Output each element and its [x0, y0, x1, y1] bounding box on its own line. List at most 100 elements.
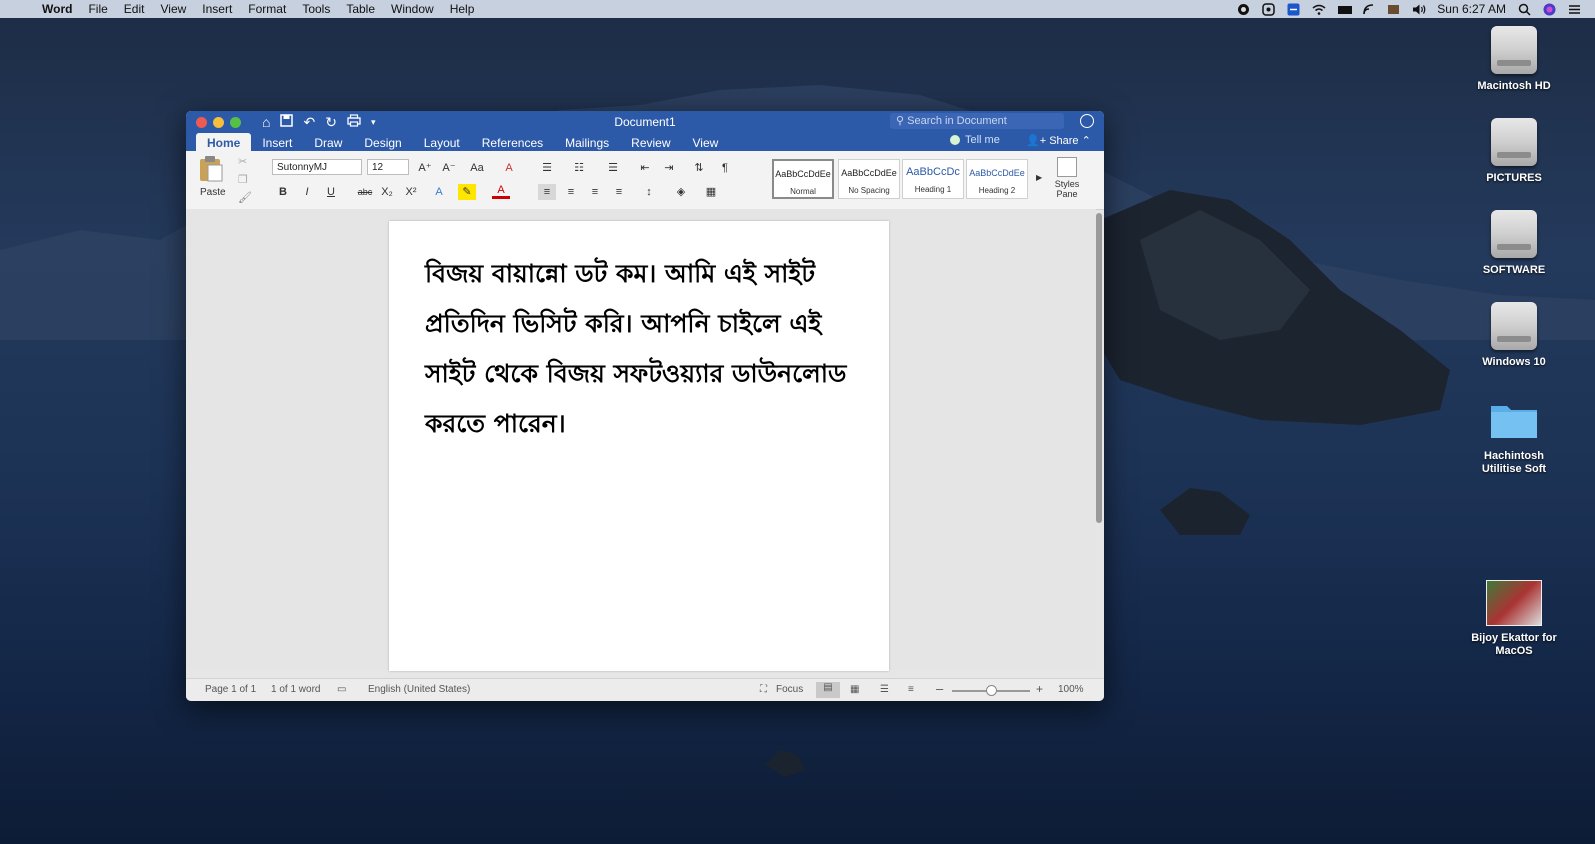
- web-layout-view-icon[interactable]: ▦: [850, 684, 859, 695]
- desktop-icon-software[interactable]: SOFTWARE: [1464, 210, 1564, 277]
- menu-app-name[interactable]: Word: [42, 0, 72, 18]
- share-button[interactable]: 👤+ Share ⌃: [1026, 134, 1091, 147]
- focus-button[interactable]: Focus: [776, 684, 803, 695]
- paste-label[interactable]: Paste: [200, 187, 226, 198]
- style-no-spacing[interactable]: AaBbCcDdEe No Spacing: [838, 159, 900, 199]
- show-formatting-marks-icon[interactable]: ¶: [716, 160, 734, 176]
- desktop-icon-macintosh-hd[interactable]: Macintosh HD: [1464, 26, 1564, 93]
- zoom-in-icon[interactable]: +: [1036, 682, 1043, 696]
- grow-font-icon[interactable]: A⁺: [416, 160, 434, 176]
- font-name-select[interactable]: SutonnyMJ: [272, 159, 362, 175]
- numbering-icon[interactable]: ☷: [570, 160, 588, 176]
- tell-me-button[interactable]: Tell me: [950, 134, 1000, 146]
- tab-references[interactable]: References: [471, 133, 554, 151]
- underline-button[interactable]: U: [322, 184, 340, 200]
- focus-icon[interactable]: ⛶: [760, 684, 767, 695]
- justify-icon[interactable]: ≡: [610, 184, 628, 200]
- subscript-icon[interactable]: X₂: [378, 184, 396, 200]
- tab-view[interactable]: View: [682, 133, 730, 151]
- multilevel-list-icon[interactable]: ☰: [604, 160, 622, 176]
- align-center-icon[interactable]: ≡: [562, 184, 580, 200]
- italic-button[interactable]: I: [298, 184, 316, 200]
- style-name: Heading 1: [914, 185, 952, 194]
- vertical-scrollbar[interactable]: [1096, 213, 1102, 523]
- tab-home[interactable]: Home: [196, 133, 252, 151]
- strikethrough-button[interactable]: abc: [354, 184, 376, 200]
- keyboard-input-icon[interactable]: [1387, 3, 1400, 16]
- desktop-icon-bijoy-ekattor[interactable]: Bijoy Ekattor for MacOS: [1464, 580, 1564, 658]
- teamviewer-icon[interactable]: [1287, 3, 1300, 16]
- zoom-level[interactable]: 100%: [1058, 684, 1084, 695]
- document-paragraph[interactable]: বিজয় বায়ান্নো ডট কম। আমি এই সাইট প্রতি…: [425, 249, 865, 449]
- menu-format[interactable]: Format: [248, 0, 286, 18]
- highlight-color-icon[interactable]: ✎: [458, 184, 476, 200]
- font-size-select[interactable]: 12: [367, 159, 409, 175]
- record-icon[interactable]: [1237, 3, 1250, 16]
- desktop-icon-windows-10[interactable]: Windows 10: [1464, 302, 1564, 369]
- bullets-icon[interactable]: ☰: [538, 160, 556, 176]
- tab-review[interactable]: Review: [620, 133, 681, 151]
- format-painter-icon[interactable]: 🖌: [238, 191, 252, 204]
- menu-help[interactable]: Help: [450, 0, 475, 18]
- desktop-icon-hachintosh-folder[interactable]: Hachintosh Utilitise Soft: [1464, 396, 1564, 476]
- menu-file[interactable]: File: [88, 0, 107, 18]
- collapse-ribbon-chevron-icon[interactable]: ⌃: [1082, 135, 1091, 147]
- change-case-icon[interactable]: Aa: [468, 160, 486, 176]
- align-right-icon[interactable]: ≡: [586, 184, 604, 200]
- bold-button[interactable]: B: [274, 184, 292, 200]
- clipboard-icon[interactable]: [196, 155, 228, 183]
- align-left-icon[interactable]: ≡: [538, 184, 556, 200]
- desktop-icon-pictures[interactable]: PICTURES: [1464, 118, 1564, 185]
- style-heading-2[interactable]: AaBbCcDdEe Heading 2: [966, 159, 1028, 199]
- tab-design[interactable]: Design: [353, 133, 412, 151]
- print-layout-view-icon[interactable]: ▤: [816, 682, 840, 698]
- tab-layout[interactable]: Layout: [413, 133, 471, 151]
- menu-insert[interactable]: Insert: [202, 0, 232, 18]
- menubar-clock[interactable]: Sun 6:27 AM: [1437, 2, 1506, 16]
- tab-mailings[interactable]: Mailings: [554, 133, 620, 151]
- menu-window[interactable]: Window: [391, 0, 434, 18]
- tab-draw[interactable]: Draw: [303, 133, 353, 151]
- proofing-icon[interactable]: ▭: [337, 684, 346, 695]
- decrease-indent-icon[interactable]: ⇤: [636, 160, 654, 176]
- search-in-document-input[interactable]: ⚲ Search in Document: [890, 113, 1064, 129]
- menu-edit[interactable]: Edit: [124, 0, 145, 18]
- style-normal[interactable]: AaBbCcDdEe Normal: [772, 159, 834, 199]
- menu-view[interactable]: View: [160, 0, 186, 18]
- superscript-icon[interactable]: X²: [402, 184, 420, 200]
- zoom-slider-knob[interactable]: [986, 685, 997, 696]
- shrink-font-icon[interactable]: A⁻: [440, 160, 458, 176]
- network-drive-icon[interactable]: [1337, 3, 1353, 16]
- word-count[interactable]: 1 of 1 word: [271, 684, 320, 695]
- page-count[interactable]: Page 1 of 1: [205, 684, 256, 695]
- draft-view-icon[interactable]: ≡: [908, 684, 914, 695]
- volume-icon[interactable]: [1412, 3, 1426, 16]
- sort-icon[interactable]: ⇅: [690, 160, 708, 176]
- notification-center-icon[interactable]: [1568, 3, 1581, 16]
- cut-icon[interactable]: ✂: [238, 155, 247, 168]
- font-color-icon[interactable]: A: [492, 184, 510, 199]
- zoom-out-icon[interactable]: –: [936, 681, 943, 696]
- feedback-smiley-icon[interactable]: [1080, 114, 1094, 128]
- screen-capture-icon[interactable]: [1262, 2, 1276, 16]
- copy-icon[interactable]: ❐: [238, 173, 248, 186]
- style-heading-1[interactable]: AaBbCcDc Heading 1: [902, 159, 964, 199]
- increase-indent-icon[interactable]: ⇥: [660, 160, 678, 176]
- document-page[interactable]: বিজয় বায়ান্নো ডট কম। আমি এই সাইট প্রতি…: [389, 221, 889, 671]
- outline-view-icon[interactable]: ☰: [880, 684, 889, 695]
- wifi-icon[interactable]: [1312, 3, 1326, 16]
- tab-insert[interactable]: Insert: [251, 133, 303, 151]
- menu-table[interactable]: Table: [346, 0, 375, 18]
- airplay-icon[interactable]: [1362, 3, 1375, 16]
- borders-icon[interactable]: ▦: [702, 184, 720, 200]
- text-effects-icon[interactable]: A: [430, 184, 448, 200]
- language-indicator[interactable]: English (United States): [368, 684, 470, 695]
- siri-icon[interactable]: [1543, 3, 1556, 16]
- styles-pane-button[interactable]: Styles Pane: [1052, 157, 1082, 199]
- styles-more-arrow-icon[interactable]: ▶: [1036, 173, 1042, 182]
- spotlight-search-icon[interactable]: [1518, 3, 1531, 16]
- line-spacing-icon[interactable]: ↕: [640, 184, 658, 200]
- menu-tools[interactable]: Tools: [302, 0, 330, 18]
- clear-formatting-icon[interactable]: A: [500, 160, 518, 176]
- shading-icon[interactable]: ◈: [672, 184, 690, 200]
